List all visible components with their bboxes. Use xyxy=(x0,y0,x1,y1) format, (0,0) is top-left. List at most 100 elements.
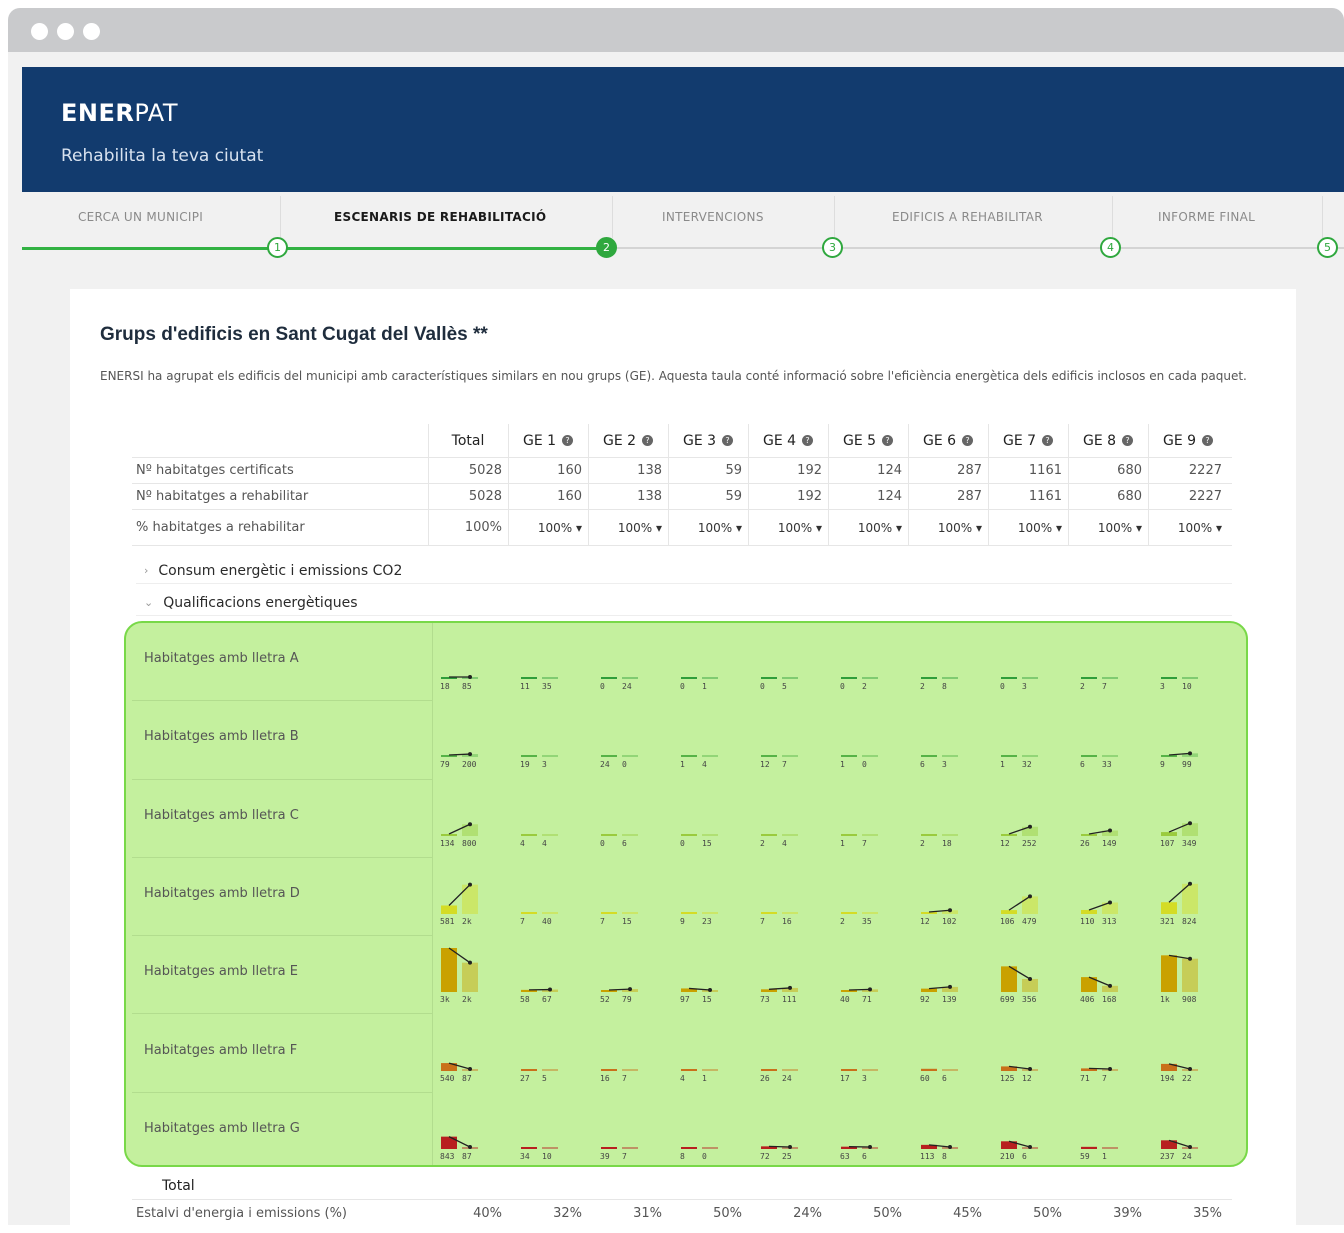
value-before-label: 237 xyxy=(1160,1151,1175,1161)
minichart-svg xyxy=(521,755,558,758)
value-before-label: 34 xyxy=(520,1151,530,1161)
minichart-svg xyxy=(921,833,958,836)
step-cerca-municipi[interactable]: CERCA UN MUNICIPI xyxy=(78,210,203,224)
rating-row-e: Habitatges amb lletra E 3k 2k 58 67 52 79 97 15 7… xyxy=(126,936,1246,1015)
percent-dropdown[interactable]: 100% ▾ xyxy=(1068,510,1148,545)
rating-minichart: 0 15 xyxy=(680,786,720,848)
app-header: ENERPAT Rehabilita la teva ciutat xyxy=(22,67,1344,192)
minichart-svg xyxy=(601,833,638,836)
trend-point xyxy=(1188,881,1192,886)
help-icon[interactable]: ? xyxy=(562,435,574,446)
column-header-ge[interactable]: GE 6? xyxy=(908,424,988,457)
percent-dropdown[interactable]: 100% ▾ xyxy=(988,510,1068,545)
column-header-ge[interactable]: GE 8? xyxy=(1068,424,1148,457)
value-before-label: 1k xyxy=(1160,995,1170,1005)
value-after-label: 200 xyxy=(462,760,477,770)
table-cell: 124 xyxy=(877,489,902,504)
trend-point xyxy=(1108,984,1112,989)
bar-after xyxy=(782,677,798,679)
table-cell: 1161 xyxy=(1028,489,1062,504)
step-edificis-rehabilitar[interactable]: EDIFICIS A REHABILITAR xyxy=(892,210,1043,224)
step-number-5[interactable]: 5 xyxy=(1317,237,1338,258)
percent-dropdown[interactable]: 100% ▾ xyxy=(588,510,668,545)
column-header-ge[interactable]: GE 1? xyxy=(508,424,588,457)
value-before-label: 71 xyxy=(1080,1073,1090,1083)
rating-minichart: 02 xyxy=(840,629,880,691)
help-icon[interactable]: ? xyxy=(1122,435,1134,446)
percent-dropdown[interactable]: 100% ▾ xyxy=(508,510,588,545)
column-header-ge[interactable]: GE 9? xyxy=(1148,424,1228,457)
percent-dropdown[interactable]: 100% ▾ xyxy=(908,510,988,545)
help-icon[interactable]: ? xyxy=(1042,435,1054,446)
value-after-label: 3 xyxy=(1022,682,1027,691)
column-divider xyxy=(828,510,829,545)
step-number-4[interactable]: 4 xyxy=(1100,237,1121,258)
rating-minichart: 17 3 xyxy=(840,1021,880,1083)
rating-minichart: 2 35 xyxy=(840,864,880,926)
help-icon[interactable]: ? xyxy=(722,435,734,446)
bar-after xyxy=(942,833,958,836)
percent-dropdown[interactable]: 100% ▾ xyxy=(668,510,748,545)
value-before-label: 2 xyxy=(920,838,925,848)
percent-dropdown[interactable]: 100% ▾ xyxy=(748,510,828,545)
value-after-label: 35 xyxy=(542,682,552,691)
trend-point xyxy=(1188,956,1192,961)
value-before-label: 19 xyxy=(520,760,530,770)
column-header-ge[interactable]: GE 7? xyxy=(988,424,1068,457)
trend-line xyxy=(1088,1067,1111,1070)
value-after-label: 22 xyxy=(1182,1073,1192,1083)
help-icon[interactable]: ? xyxy=(962,435,974,446)
rating-minichart: 7 40 xyxy=(520,864,560,926)
rating-minichart: 41 xyxy=(680,1021,720,1083)
bar-after xyxy=(622,677,638,679)
rating-minichart: 9 99 xyxy=(1160,707,1200,769)
rating-minichart: 12 102 xyxy=(920,864,960,926)
rating-minichart: 26 149 xyxy=(1080,786,1120,848)
help-icon[interactable]: ? xyxy=(802,435,814,446)
value-after-label: 1 xyxy=(1102,1151,1107,1161)
window-close-dot[interactable] xyxy=(31,23,48,40)
value-before-label: 9 xyxy=(680,916,685,926)
brand-logo[interactable]: ENERPAT xyxy=(61,99,178,127)
section-qualificacions-energetiques[interactable]: ⌄ Qualificacions energètiques xyxy=(136,590,1232,616)
step-number-1[interactable]: 1 xyxy=(267,237,288,258)
step-number-3[interactable]: 3 xyxy=(822,237,843,258)
percent-dropdown[interactable]: 100% ▾ xyxy=(1148,510,1228,545)
bar-after xyxy=(622,1146,638,1149)
bar-before xyxy=(921,988,937,993)
rating-minichart: 11 35 xyxy=(520,629,560,691)
column-divider xyxy=(1068,484,1069,509)
window-maximize-dot[interactable] xyxy=(83,23,100,40)
column-header-label: GE 5 xyxy=(842,432,877,449)
step-number-2[interactable]: 2 xyxy=(596,237,617,258)
bar-before xyxy=(521,833,537,836)
step-intervencions[interactable]: INTERVENCIONS xyxy=(662,210,764,224)
help-icon[interactable]: ? xyxy=(642,435,654,446)
column-divider xyxy=(908,424,909,457)
bar-after xyxy=(1182,958,1198,993)
window-minimize-dot[interactable] xyxy=(57,23,74,40)
value-after-label: 139 xyxy=(942,995,957,1005)
minichart-svg xyxy=(681,911,718,914)
step-informe-final[interactable]: INFORME FINAL xyxy=(1158,210,1255,224)
column-header-ge[interactable]: GE 2? xyxy=(588,424,668,457)
help-icon[interactable]: ? xyxy=(1202,435,1214,446)
section-consum-energetic[interactable]: › Consum energètic i emissions CO2 xyxy=(136,558,1232,584)
bar-before xyxy=(841,1068,857,1071)
column-header-ge[interactable]: GE 4? xyxy=(748,424,828,457)
value-before-label: 26 xyxy=(760,1073,770,1083)
value-before-label: 194 xyxy=(1160,1073,1175,1083)
minichart-svg xyxy=(1001,755,1038,758)
value-after-label: 18 xyxy=(942,838,952,848)
trend-point xyxy=(468,821,472,826)
column-header-ge[interactable]: GE 3? xyxy=(668,424,748,457)
minichart-svg xyxy=(761,1144,798,1149)
column-divider xyxy=(668,424,669,457)
column-header-ge[interactable]: GE 5? xyxy=(828,424,908,457)
minichart-svg xyxy=(761,911,798,914)
value-before-label: 0 xyxy=(600,682,605,691)
help-icon[interactable]: ? xyxy=(882,435,894,446)
step-escenaris-rehabilitacio[interactable]: ESCENARIS DE REHABILITACIÓ xyxy=(334,210,546,224)
percent-dropdown[interactable]: 100% ▾ xyxy=(828,510,908,545)
bar-after xyxy=(622,1068,638,1071)
